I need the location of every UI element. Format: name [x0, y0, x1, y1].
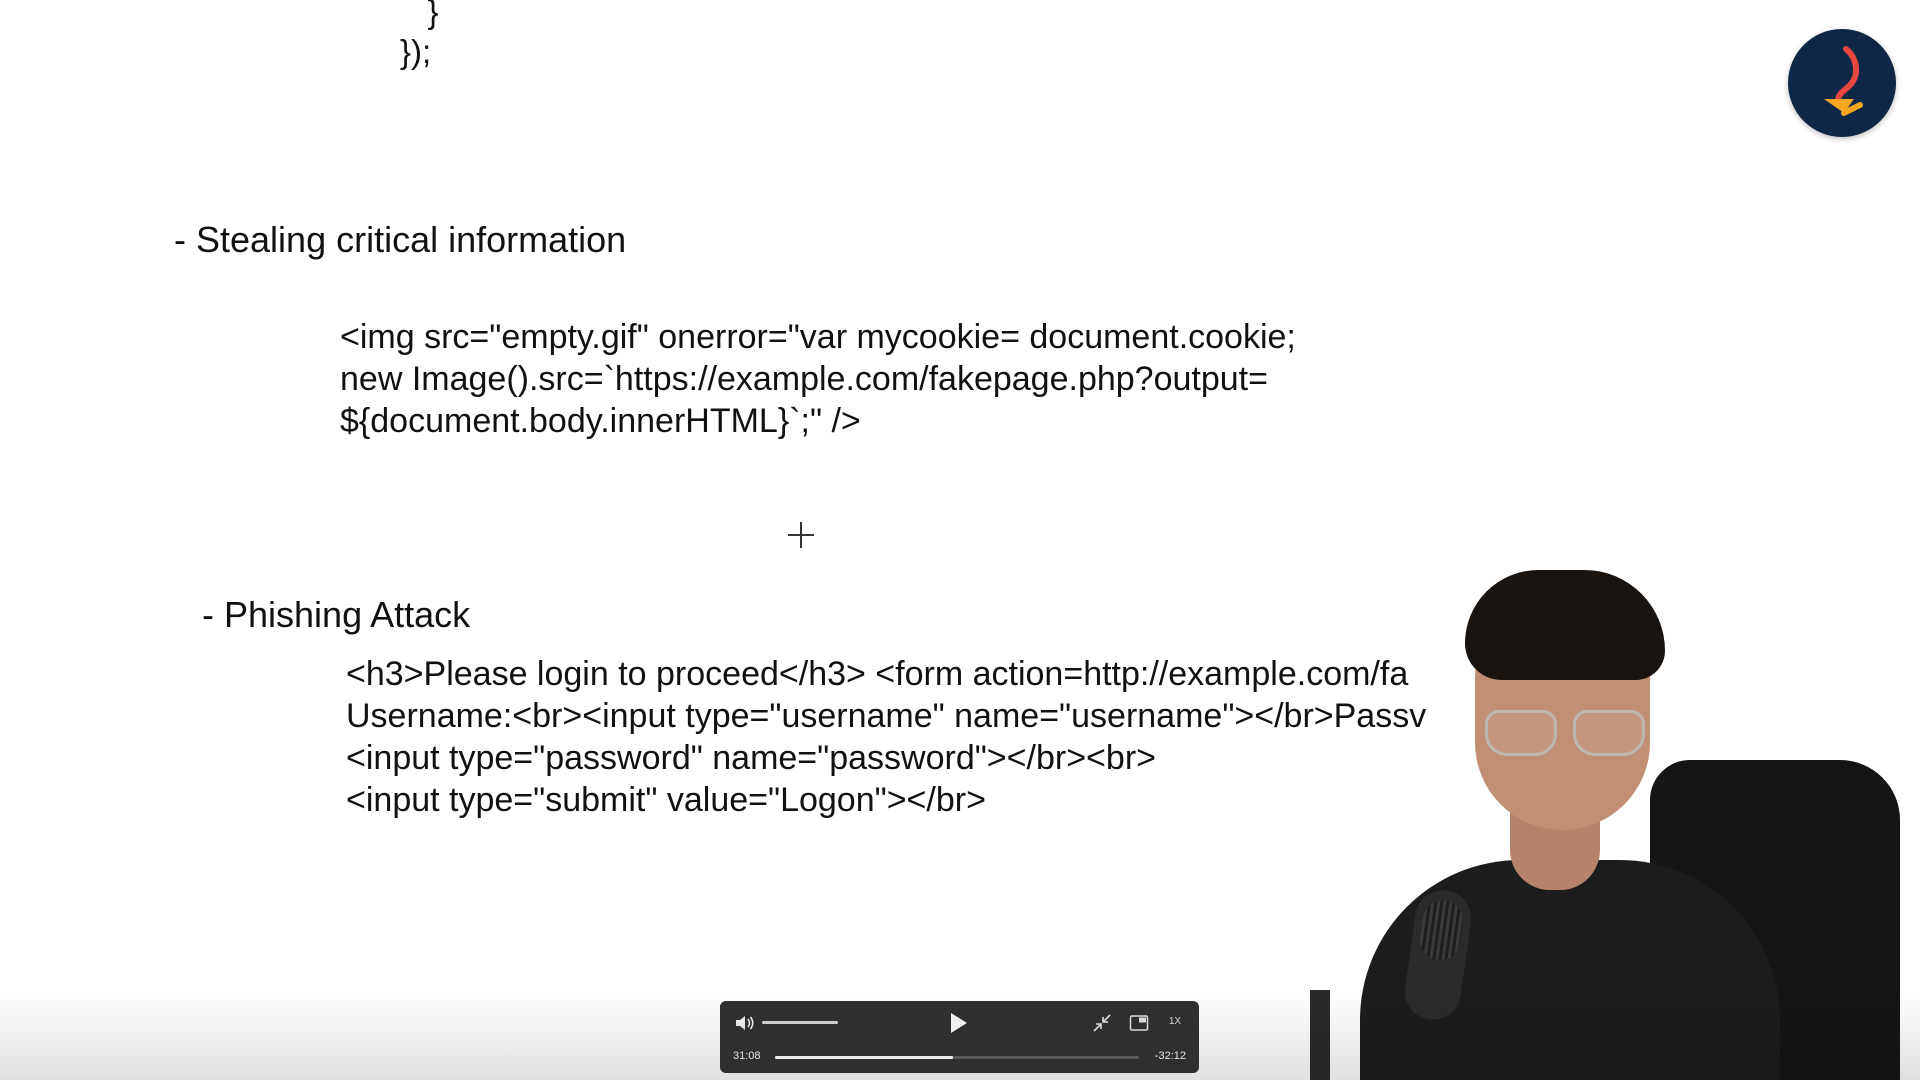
section-heading-phishing: - Phishing Attack — [202, 594, 471, 635]
presenter-hair — [1465, 570, 1665, 680]
code-tail-line-2: }); — [400, 33, 432, 70]
play-icon[interactable] — [946, 1011, 970, 1035]
code-tail-line-1: } — [400, 0, 439, 30]
exit-fullscreen-icon[interactable] — [1092, 1013, 1112, 1033]
microphone-stand — [1310, 990, 1330, 1080]
volume-icon[interactable] — [734, 1013, 756, 1033]
time-elapsed: 31:08 — [733, 1050, 761, 1062]
section-heading-stealing: - Stealing critical information — [174, 219, 627, 260]
volume-slider[interactable] — [762, 1021, 838, 1024]
presenter-webcam — [1280, 560, 1920, 1080]
glasses-right-lens — [1573, 710, 1645, 756]
time-remaining: -32:12 — [1154, 1050, 1186, 1062]
microphone-grille — [1417, 897, 1466, 963]
brand-logo-icon — [1788, 29, 1896, 137]
playback-speed-button[interactable]: 1X — [1164, 1011, 1186, 1033]
code-block-phishing: <h3>Please login to proceed</h3> <form a… — [346, 655, 1427, 819]
video-controls: 1X 31:08 -32:12 — [720, 1001, 1199, 1073]
logo-glyph-icon — [1824, 46, 1863, 116]
video-frame: } }); - Stealing critical information <i… — [0, 0, 1920, 1080]
picture-in-picture-icon[interactable] — [1129, 1013, 1149, 1033]
glasses-left-lens — [1485, 710, 1557, 756]
code-block-stealing: <img src="empty.gif" onerror="var mycook… — [340, 318, 1296, 440]
crosshair-cursor-icon — [788, 522, 814, 548]
progress-fill — [775, 1056, 954, 1059]
glasses — [1485, 710, 1645, 756]
progress-bar[interactable] — [775, 1056, 1139, 1059]
code-snippet-tail: } }); — [400, 0, 439, 72]
